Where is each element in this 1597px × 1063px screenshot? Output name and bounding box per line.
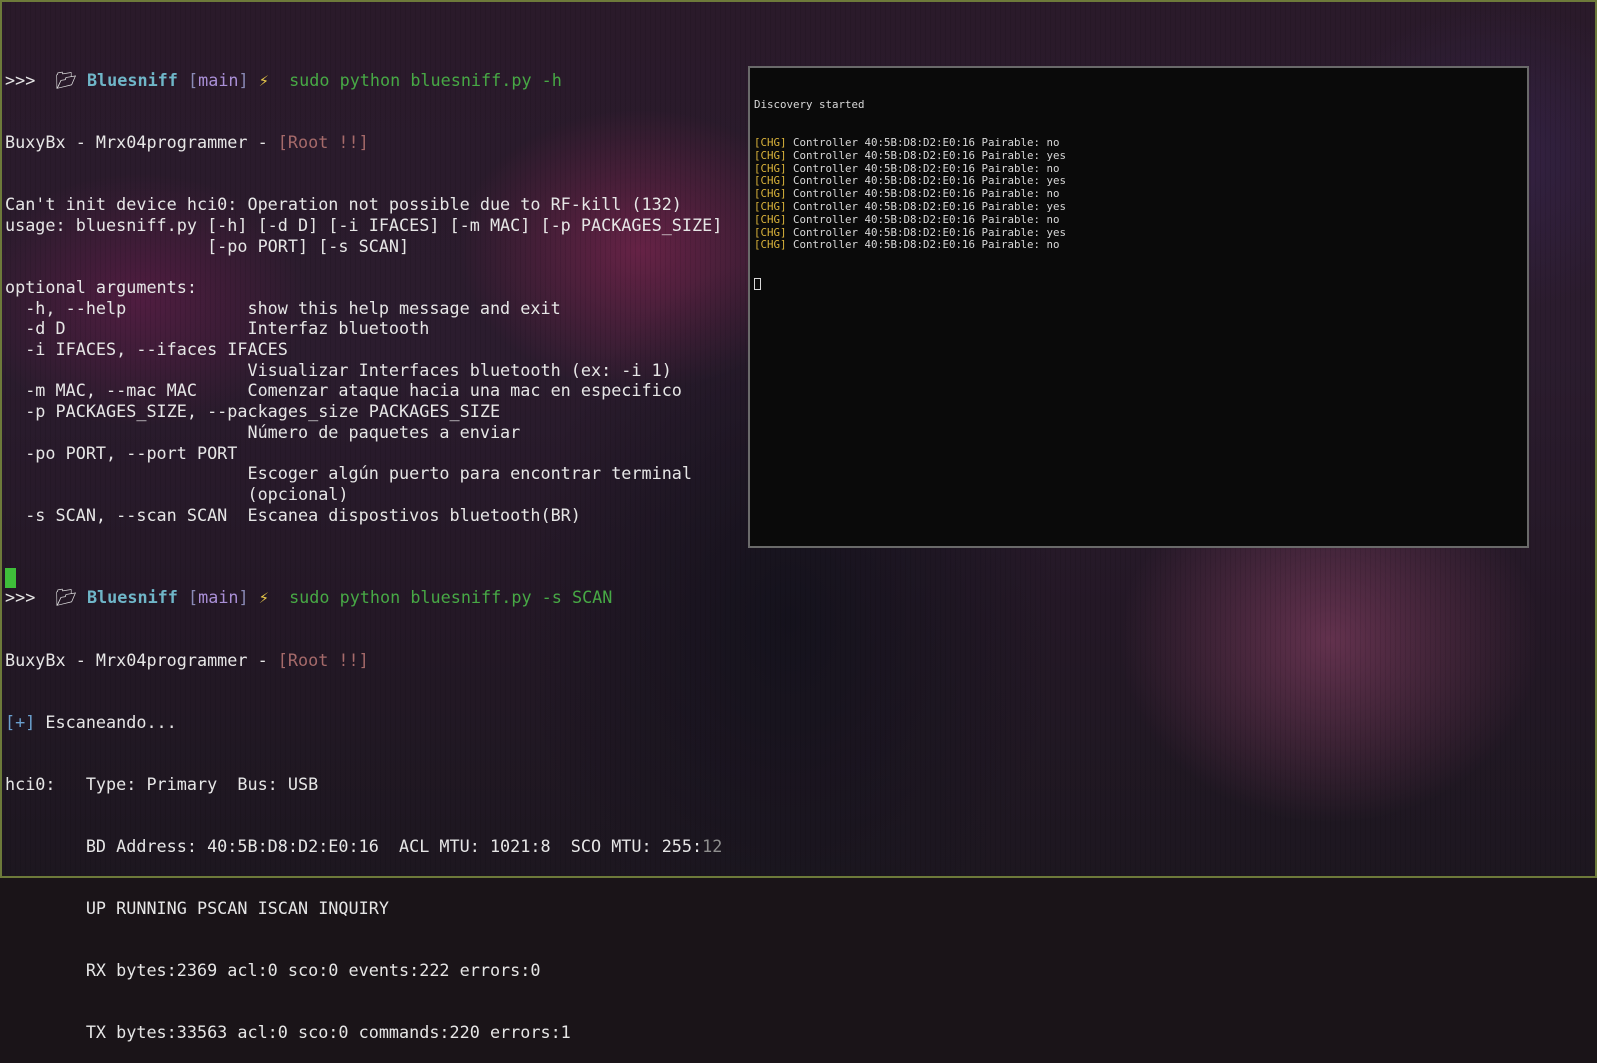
popup-entry-text: Controller 40:5B:D8:D2:E0:16 Pairable: n… <box>786 212 1060 226</box>
help-output-line: optional arguments: <box>5 277 197 298</box>
popup-entry-text: Controller 40:5B:D8:D2:E0:16 Pairable: n… <box>786 187 1060 201</box>
chg-tag: [CHG] <box>754 135 787 149</box>
output-line: TX bytes:33563 acl:0 sco:0 commands:220 … <box>5 1022 571 1043</box>
help-output-line: Can't init device hci0: Operation not po… <box>5 194 682 215</box>
prompt-branch: main <box>198 587 239 608</box>
help-output-line: -p PACKAGES_SIZE, --packages_size PACKAG… <box>5 401 501 422</box>
chg-tag: [CHG] <box>754 212 787 226</box>
help-output-line: Visualizar Interfaces bluetooth (ex: -i … <box>5 359 672 380</box>
prompt-branch: main <box>198 70 239 91</box>
popup-header: Discovery started <box>754 97 865 111</box>
help-output-line: -h, --help show this help message and ex… <box>5 297 561 318</box>
branch-open-bracket: [ <box>188 587 199 608</box>
output-line: RX bytes:2369 acl:0 sco:0 events:222 err… <box>5 959 541 980</box>
output-line: hci0: Type: Primary Bus: USB <box>5 773 319 794</box>
chg-tag: [CHG] <box>754 187 787 201</box>
popup-entry-text: Controller 40:5B:D8:D2:E0:16 Pairable: n… <box>786 161 1060 175</box>
popup-entry-text: Controller 40:5B:D8:D2:E0:16 Pairable: y… <box>786 199 1067 213</box>
help-output-line: -po PORT, --port PORT <box>5 442 238 463</box>
terminal-cursor <box>5 568 16 588</box>
prompt-arrows: >>> <box>5 587 36 608</box>
output-line: UP RUNNING PSCAN ISCAN INQUIRY <box>5 897 389 918</box>
bd-address-tail: 12 <box>702 835 723 856</box>
help-output-line: Número de paquetes a enviar <box>5 421 521 442</box>
prompt-arrows: >>> <box>5 70 36 91</box>
folder-icon: 📂︎ <box>55 70 77 91</box>
main-terminal[interactable]: >>> 📂︎ Bluesniff [main] ⚡︎ sudo python b… <box>5 8 722 1063</box>
banner-line: BuxyBx - Mrx04programmer - [Root !!] <box>5 650 722 671</box>
chg-tag: [CHG] <box>754 174 787 188</box>
command-text: sudo python bluesniff.py -h <box>289 70 562 91</box>
prompt-directory: Bluesniff <box>86 70 178 91</box>
chg-tag: [CHG] <box>754 238 787 252</box>
bluetoothctl-window[interactable]: Discovery started [CHG] Controller 40:5B… <box>748 66 1529 548</box>
popup-entry: [CHG] Controller 40:5B:D8:D2:E0:16 Paira… <box>754 238 1523 252</box>
output-line: BD Address: 40:5B:D8:D2:E0:16 ACL MTU: 1… <box>5 835 723 857</box>
branch-close-bracket: ] <box>238 70 249 91</box>
chg-tag: [CHG] <box>754 148 787 162</box>
root-badge: [Root !!] <box>277 649 369 670</box>
chg-tag: [CHG] <box>754 161 787 175</box>
prompt-line: >>> 📂︎ Bluesniff [main] ⚡︎ sudo python b… <box>5 70 722 91</box>
popup-input-line[interactable] <box>754 277 1523 291</box>
root-badge: [Root !!] <box>277 132 369 153</box>
lightning-icon: ⚡︎ <box>258 70 269 91</box>
help-output-line: usage: bluesniff.py [-h] [-d D] [-i IFAC… <box>5 214 723 235</box>
scan-status-line: [+] Escaneando... <box>5 712 722 733</box>
help-output-line: Escoger algún puerto para encontrar term… <box>5 463 693 484</box>
prompt-directory: Bluesniff <box>86 587 178 608</box>
help-output: Can't init device hci0: Operation not po… <box>5 194 722 525</box>
branch-close-bracket: ] <box>238 587 249 608</box>
popup-entry-text: Controller 40:5B:D8:D2:E0:16 Pairable: y… <box>786 225 1067 239</box>
popup-entry-text: Controller 40:5B:D8:D2:E0:16 Pairable: y… <box>786 148 1067 162</box>
popup-entry-text: Controller 40:5B:D8:D2:E0:16 Pairable: n… <box>786 238 1060 252</box>
banner-text: BuxyBx - Mrx04programmer - <box>5 132 278 153</box>
prompt-line: >>> 📂︎ Bluesniff [main] ⚡︎ sudo python b… <box>5 587 722 608</box>
popup-entry-text: Controller 40:5B:D8:D2:E0:16 Pairable: y… <box>786 174 1067 188</box>
lightning-icon: ⚡︎ <box>258 587 269 608</box>
help-output-line: (opcional) <box>5 483 349 504</box>
folder-icon: 📂︎ <box>55 587 77 608</box>
chg-tag: [CHG] <box>754 225 787 239</box>
chg-tag: [CHG] <box>754 199 787 213</box>
help-output-line <box>5 256 722 277</box>
help-output-line: -d D Interfaz bluetooth <box>5 318 430 339</box>
help-output-line: -i IFACES, --ifaces IFACES <box>5 339 288 360</box>
banner-line: BuxyBx - Mrx04programmer - [Root !!] <box>5 132 722 153</box>
popup-entry-text: Controller 40:5B:D8:D2:E0:16 Pairable: n… <box>786 135 1060 149</box>
help-output-line: -s SCAN, --scan SCAN Escanea dispostivos… <box>5 504 581 525</box>
status-prefix: [+] <box>5 711 36 732</box>
command-text: sudo python bluesniff.py -s SCAN <box>289 587 613 608</box>
help-output-line: [-po PORT] [-s SCAN] <box>5 235 410 256</box>
status-text: Escaneando... <box>35 711 177 732</box>
popup-entries: [CHG] Controller 40:5B:D8:D2:E0:16 Paira… <box>754 135 1523 252</box>
banner-text: BuxyBx - Mrx04programmer - <box>5 649 278 670</box>
help-output-line: -m MAC, --mac MAC Comenzar ataque hacia … <box>5 380 682 401</box>
branch-open-bracket: [ <box>188 70 199 91</box>
bd-address-text: BD Address: 40:5B:D8:D2:E0:16 ACL MTU: 1… <box>5 835 703 856</box>
popup-cursor <box>754 277 761 290</box>
